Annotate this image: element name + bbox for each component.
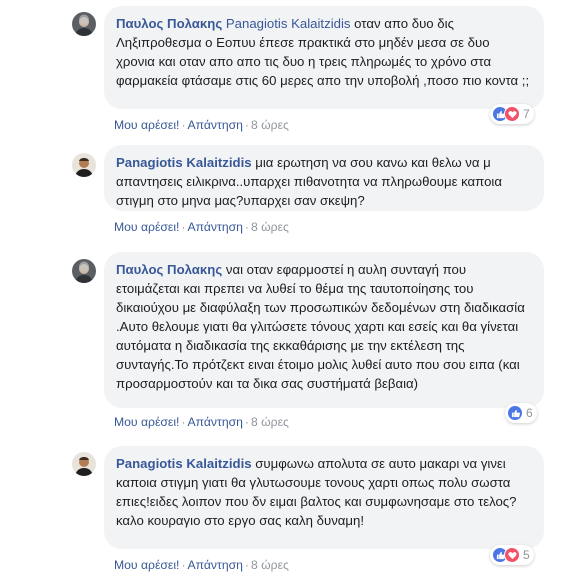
avatar[interactable] (72, 259, 96, 283)
reaction-summary[interactable]: 5 (490, 545, 534, 565)
comment-text: ναι οταν εφαρμοστεί η αυλη συνταγή που ε… (116, 262, 525, 391)
reaction-count: 6 (526, 406, 533, 420)
like-icon (507, 405, 523, 421)
reaction-count: 5 (523, 548, 530, 562)
avatar[interactable] (72, 12, 96, 36)
avatar[interactable] (72, 153, 96, 177)
reaction-summary[interactable]: 6 (505, 403, 537, 423)
comment-bubble: Παυλος Πολακης ναι οταν εφαρμοστεί η αυλ… (104, 252, 544, 408)
reaction-summary[interactable]: 7 (490, 104, 534, 124)
comment-author[interactable]: Panagiotis Kalaitzidis (116, 155, 252, 170)
comment-actions: Μου αρέσει! · Απάντηση · 8 ώρες (114, 118, 289, 132)
comment-bubble: Παυλος Πολακης Panagiotis Kalaitzidis οτ… (104, 6, 544, 109)
timestamp[interactable]: 8 ώρες (251, 415, 289, 429)
love-icon (504, 547, 520, 563)
reply-link[interactable]: Απάντηση (188, 220, 243, 234)
timestamp[interactable]: 8 ώρες (251, 118, 289, 132)
love-icon (504, 106, 520, 122)
like-link[interactable]: Μου αρέσει! (114, 558, 179, 572)
comment-author[interactable]: Panagiotis Kalaitzidis (116, 456, 252, 471)
comment-actions: Μου αρέσει! · Απάντηση · 8 ώρες (114, 558, 289, 572)
like-link[interactable]: Μου αρέσει! (114, 118, 179, 132)
comment-actions: Μου αρέσει! · Απάντηση · 8 ώρες (114, 415, 289, 429)
reply-link[interactable]: Απάντηση (188, 415, 243, 429)
like-link[interactable]: Μου αρέσει! (114, 220, 179, 234)
timestamp[interactable]: 8 ώρες (251, 558, 289, 572)
comment-bubble: Panagiotis Kalaitzidis συμφωνω απολυτα σ… (104, 446, 544, 549)
timestamp[interactable]: 8 ώρες (251, 220, 289, 234)
like-link[interactable]: Μου αρέσει! (114, 415, 179, 429)
avatar[interactable] (72, 452, 96, 476)
reply-link[interactable]: Απάντηση (188, 118, 243, 132)
reply-link[interactable]: Απάντηση (188, 558, 243, 572)
reaction-count: 7 (523, 107, 530, 121)
comment-author[interactable]: Παυλος Πολακης (116, 262, 222, 277)
comment-actions: Μου αρέσει! · Απάντηση · 8 ώρες (114, 220, 289, 234)
comment-author[interactable]: Παυλος Πολακης (116, 16, 222, 31)
comment-bubble: Panagiotis Kalaitzidis μια ερωτηση να σο… (104, 145, 544, 211)
comment-mention[interactable]: Panagiotis Kalaitzidis (226, 16, 351, 31)
